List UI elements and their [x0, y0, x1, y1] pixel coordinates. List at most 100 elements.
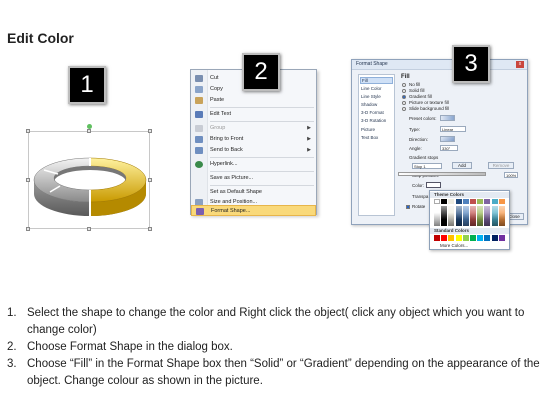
- resize-handle[interactable]: [148, 129, 152, 133]
- color-swatch[interactable]: [441, 235, 448, 241]
- color-swatch[interactable]: [498, 199, 505, 204]
- transparency-label: Transpa: [412, 194, 429, 199]
- color-swatch[interactable]: [491, 235, 498, 241]
- radio-label: Slide background fill: [409, 106, 450, 111]
- color-swatch[interactable]: [441, 206, 448, 226]
- menu-item-label: Cut: [210, 75, 219, 81]
- color-swatch[interactable]: [484, 206, 491, 226]
- instruction-step: 1. Select the shape to change the color …: [7, 305, 552, 339]
- resize-handle[interactable]: [26, 129, 30, 133]
- gradient-stop-bar[interactable]: [398, 172, 486, 176]
- color-label: Color:: [412, 183, 425, 188]
- remove-stop-button[interactable]: Remove: [488, 162, 514, 169]
- color-swatch[interactable]: [455, 206, 462, 226]
- instruction-list: 1. Select the shape to change the color …: [7, 305, 552, 390]
- category-line-color[interactable]: Line Color: [361, 86, 382, 91]
- category-picture[interactable]: Picture: [361, 127, 375, 132]
- radio-picture-fill[interactable]: [402, 101, 406, 105]
- color-palette-popup: Theme Colors Standard Colors More Colors…: [429, 190, 510, 250]
- color-swatch[interactable]: [470, 235, 476, 241]
- menu-item-group[interactable]: Group ▶: [191, 123, 316, 134]
- color-swatch[interactable]: [470, 199, 476, 204]
- step-number: 1.: [7, 307, 17, 319]
- ring-shape[interactable]: [30, 150, 150, 222]
- color-swatch[interactable]: [477, 206, 484, 226]
- color-swatch[interactable]: [498, 235, 505, 241]
- color-swatch[interactable]: [434, 235, 440, 241]
- menu-item-paste[interactable]: Paste: [191, 95, 316, 106]
- dialog-title: Format Shape: [356, 61, 388, 67]
- color-swatch[interactable]: [462, 206, 469, 226]
- color-swatch[interactable]: [491, 206, 498, 226]
- close-icon[interactable]: x: [516, 61, 524, 68]
- color-swatch[interactable]: [477, 235, 484, 241]
- color-swatch[interactable]: [441, 199, 448, 204]
- category-3d-rotation[interactable]: 3-D Rotation: [361, 118, 386, 123]
- menu-item-set-default-shape[interactable]: Set as Default Shape: [191, 187, 316, 198]
- color-swatch[interactable]: [448, 206, 455, 226]
- color-swatch[interactable]: [448, 235, 455, 241]
- type-dropdown[interactable]: Linear: [440, 126, 466, 132]
- radio-no-fill[interactable]: [402, 83, 406, 87]
- radio-label: Solid fill: [409, 88, 425, 93]
- color-swatch[interactable]: [491, 199, 498, 204]
- step-text: Choose Format Shape in the dialog box.: [27, 341, 233, 353]
- color-swatch[interactable]: [498, 206, 505, 226]
- color-swatch[interactable]: [462, 199, 469, 204]
- category-shadow[interactable]: Shadow: [361, 102, 377, 107]
- gradient-stops-label: Gradient stops: [409, 155, 439, 160]
- page-title: Edit Color: [7, 30, 74, 46]
- menu-item-save-as-picture[interactable]: Save as Picture...: [191, 173, 316, 184]
- radio-solid-fill[interactable]: [402, 89, 406, 93]
- menu-separator: [210, 185, 314, 186]
- category-fill[interactable]: Fill: [360, 77, 393, 84]
- resize-handle[interactable]: [87, 227, 91, 231]
- menu-item-send-to-back[interactable]: Send to Back ▶: [191, 145, 316, 156]
- send-to-back-icon: [195, 147, 203, 154]
- color-swatch[interactable]: [455, 199, 462, 204]
- step-text: Choose “Fill” in the Format Shape box th…: [27, 358, 540, 387]
- standard-colors-header: Standard Colors: [430, 228, 509, 234]
- dialog-titlebar: Format Shape x: [352, 60, 527, 70]
- color-swatch[interactable]: [484, 235, 491, 241]
- rotation-handle[interactable]: [87, 124, 92, 129]
- stop-dropdown[interactable]: Stop 1: [412, 163, 442, 169]
- step-number: 2.: [7, 341, 17, 353]
- angle-input[interactable]: 330°: [440, 145, 458, 151]
- resize-handle[interactable]: [148, 227, 152, 231]
- category-3d-format[interactable]: 3-D Format: [361, 110, 384, 115]
- menu-item-format-shape[interactable]: Format Shape...: [191, 205, 316, 216]
- category-line-style[interactable]: Line Style: [361, 94, 381, 99]
- hyperlink-icon: [195, 161, 203, 168]
- color-picker-button[interactable]: [426, 182, 441, 188]
- preset-colors-dropdown[interactable]: [440, 115, 455, 121]
- stop-position-input[interactable]: 100%: [504, 172, 518, 178]
- rotate-checkbox[interactable]: [406, 205, 410, 209]
- theme-colors-header: Theme Colors: [430, 192, 509, 198]
- color-swatch[interactable]: [434, 199, 440, 204]
- radio-gradient-fill[interactable]: [402, 95, 406, 99]
- color-swatch[interactable]: [470, 206, 476, 226]
- direction-dropdown[interactable]: [440, 136, 455, 142]
- menu-item-label: Save as Picture...: [210, 175, 254, 181]
- radio-slide-background[interactable]: [402, 107, 406, 111]
- menu-item-bring-to-front[interactable]: Bring to Front ▶: [191, 134, 316, 145]
- menu-item-edit-text[interactable]: Edit Text: [191, 109, 316, 120]
- color-swatch[interactable]: [462, 235, 469, 241]
- menu-item-hyperlink[interactable]: Hyperlink...: [191, 159, 316, 170]
- edit-text-icon: [195, 111, 203, 118]
- color-swatch[interactable]: [455, 235, 462, 241]
- add-stop-button[interactable]: Add: [452, 162, 472, 169]
- category-text-box[interactable]: Text Box: [361, 135, 378, 140]
- more-colors-link[interactable]: More Colors...: [440, 243, 468, 248]
- color-swatch[interactable]: [477, 199, 484, 204]
- color-swatch[interactable]: [448, 199, 455, 204]
- resize-handle[interactable]: [26, 227, 30, 231]
- step-badge-3: 3: [452, 45, 490, 83]
- section-heading: Fill: [401, 74, 410, 80]
- color-swatch[interactable]: [434, 206, 440, 226]
- step-text: Select the shape to change the color and…: [27, 307, 525, 336]
- resize-handle[interactable]: [87, 129, 91, 133]
- menu-separator: [210, 107, 314, 108]
- color-swatch[interactable]: [484, 199, 491, 204]
